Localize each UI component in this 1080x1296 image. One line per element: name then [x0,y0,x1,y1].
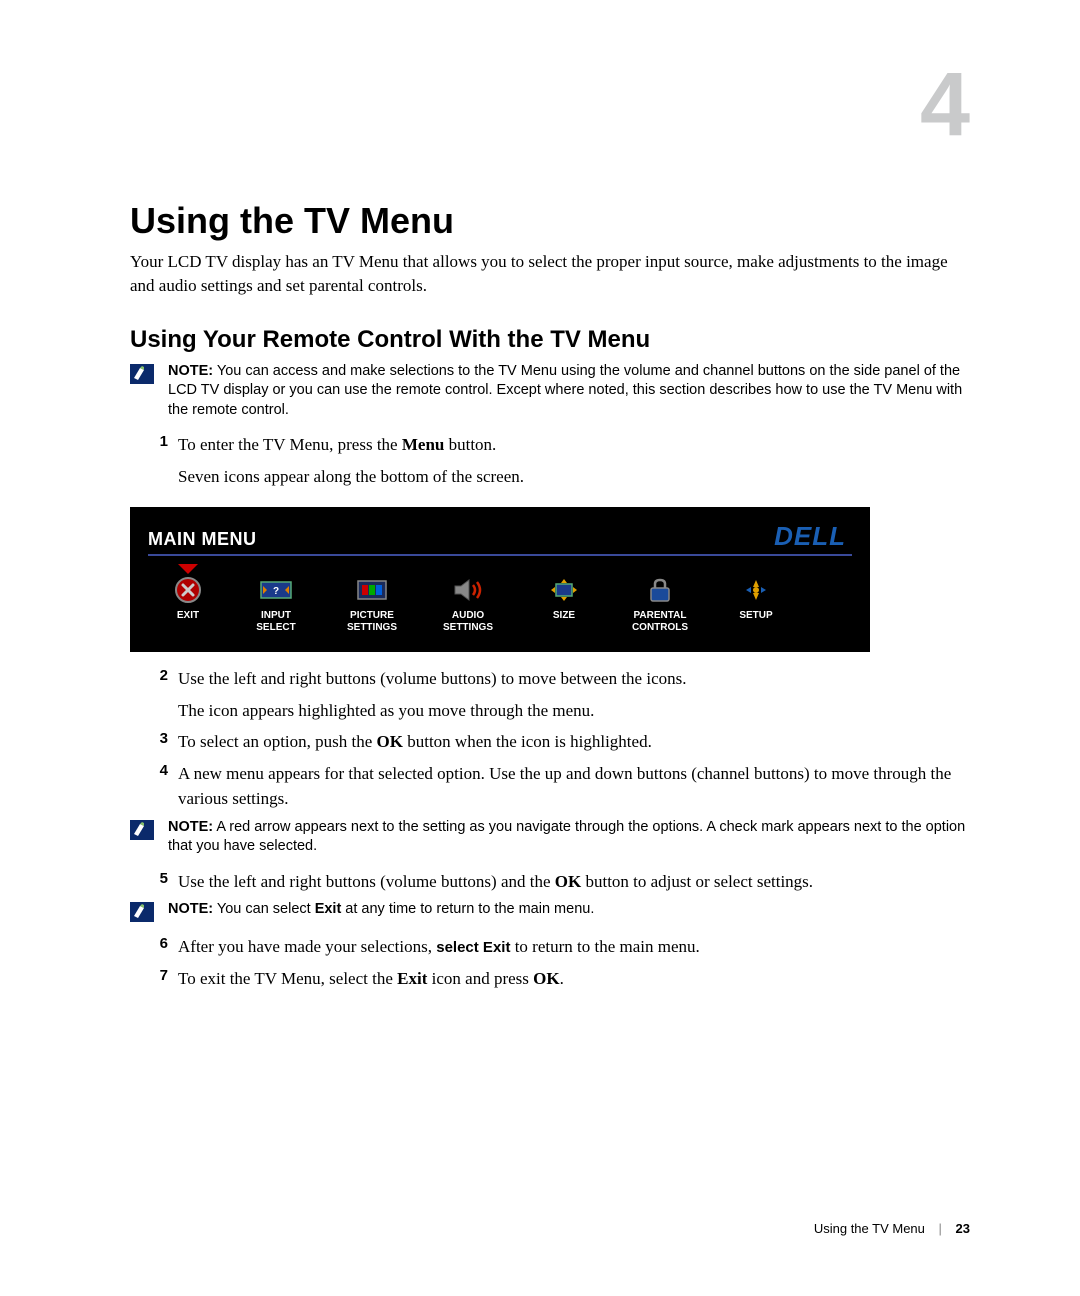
step-2: 2 Use the left and right buttons (volume… [144,666,970,723]
tv-item-label: SIZE [553,610,575,622]
text: Use the left and right buttons (volume b… [178,872,555,891]
exit-icon [170,576,206,604]
page: 4 Using the TV Menu Your LCD TV display … [0,0,1080,1296]
tv-item-label: INPUT SELECT [256,610,295,634]
text: To exit the TV Menu, select the [178,969,397,988]
text: at any time to return to the main menu. [341,901,594,917]
step-num: 2 [144,666,168,723]
tv-item-parental-controls: PARENTAL CONTROLS [612,564,708,634]
note-block-1: NOTE: You can access and make selections… [130,362,970,421]
size-icon [546,576,582,604]
note-icon [130,902,154,922]
footer-section: Using the TV Menu [814,1221,925,1236]
picture-settings-icon [354,576,390,604]
text: button. [444,435,496,454]
step-1: 1 To enter the TV Menu, press the Menu b… [144,432,970,489]
note-body: A red arrow appears next to the setting … [168,819,965,855]
step-body: To exit the TV Menu, select the Exit ico… [178,966,970,992]
text: To enter the TV Menu, press the [178,435,402,454]
text: button to adjust or select settings. [581,872,813,891]
step-5: 5 Use the left and right buttons (volume… [144,869,970,895]
page-title: Using the TV Menu [130,200,970,242]
step-body: After you have made your selections, sel… [178,934,970,960]
dell-logo: DELL [774,521,852,552]
text: After you have made your selections, [178,937,436,956]
page-footer: Using the TV Menu | 23 [814,1221,970,1236]
step-subtext: The icon appears highlighted as you move… [178,698,970,724]
step-num: 1 [144,432,168,489]
step-num: 4 [144,761,168,812]
menu-bold: Menu [402,435,445,454]
section-heading: Using Your Remote Control With the TV Me… [130,326,970,354]
tv-item-picture-settings: PICTURE SETTINGS [324,564,420,634]
step-3: 3 To select an option, push the OK butto… [144,729,970,755]
text: To select an option, push the [178,732,377,751]
step-body: A new menu appears for that selected opt… [178,761,970,812]
text: You can select [213,901,315,917]
step-body: Use the left and right buttons (volume b… [178,666,970,723]
step-body: Use the left and right buttons (volume b… [178,869,970,895]
select-exit-sans: select Exit [436,939,510,956]
tv-item-label: PARENTAL CONTROLS [632,610,688,634]
step-6: 6 After you have made your selections, s… [144,934,970,960]
footer-page-number: 23 [956,1221,970,1236]
tv-item-label: SETUP [739,610,772,622]
note-block-2: NOTE: A red arrow appears next to the se… [130,818,970,857]
tv-item-label: PICTURE SETTINGS [347,610,397,634]
text: A new menu appears for that selected opt… [178,764,951,809]
tv-menu-title: MAIN MENU [148,529,257,552]
text: button when the icon is highlighted. [403,732,652,751]
ok-bold: OK [377,732,403,751]
note-text-1: NOTE: You can access and make selections… [168,362,970,421]
ok-bold: OK [555,872,581,891]
step-num: 5 [144,869,168,895]
setup-icon [738,576,774,604]
tv-item-input-select: ? INPUT SELECT [228,564,324,634]
note-label: NOTE: [168,819,213,835]
tv-menu-icons: EXIT ? INPUT SELECT [148,564,852,634]
tv-item-label: EXIT [177,610,199,622]
intro-paragraph: Your LCD TV display has an TV Menu that … [130,250,970,298]
text: Use the left and right buttons (volume b… [178,669,686,688]
step-body: To select an option, push the OK button … [178,729,970,755]
footer-separator: | [939,1221,942,1236]
input-select-icon: ? [258,576,294,604]
ok-bold: OK [533,969,559,988]
tv-menu-header: MAIN MENU DELL [148,521,852,556]
parental-controls-icon [642,576,678,604]
note-text-2: NOTE: A red arrow appears next to the se… [168,818,970,857]
text: . [560,969,564,988]
step-num: 3 [144,729,168,755]
step-subtext: Seven icons appear along the bottom of t… [178,464,970,490]
note-label: NOTE: [168,363,213,379]
svg-text:?: ? [273,586,279,597]
audio-settings-icon [450,576,486,604]
selection-arrow-icon [178,564,198,574]
tv-item-setup: SETUP [708,564,804,634]
exit-bold: Exit [397,969,427,988]
note-block-3: NOTE: You can select Exit at any time to… [130,900,970,922]
tv-menu-screenshot: MAIN MENU DELL EXIT [130,507,870,652]
note-icon [130,820,154,840]
step-num: 7 [144,966,168,992]
note-label: NOTE: [168,901,213,917]
note-text-3: NOTE: You can select Exit at any time to… [168,900,970,920]
step-num: 6 [144,934,168,960]
note-body: You can access and make selections to th… [168,363,962,418]
exit-bold: Exit [315,901,342,917]
text: to return to the main menu. [510,937,699,956]
tv-item-audio-settings: AUDIO SETTINGS [420,564,516,634]
tv-item-size: SIZE [516,564,612,634]
chapter-number: 4 [920,60,970,150]
step-body: To enter the TV Menu, press the Menu but… [178,432,970,489]
step-7: 7 To exit the TV Menu, select the Exit i… [144,966,970,992]
text: icon and press [427,969,533,988]
tv-item-exit: EXIT [148,564,228,634]
tv-item-label: AUDIO SETTINGS [443,610,493,634]
step-4: 4 A new menu appears for that selected o… [144,761,970,812]
note-icon [130,364,154,384]
